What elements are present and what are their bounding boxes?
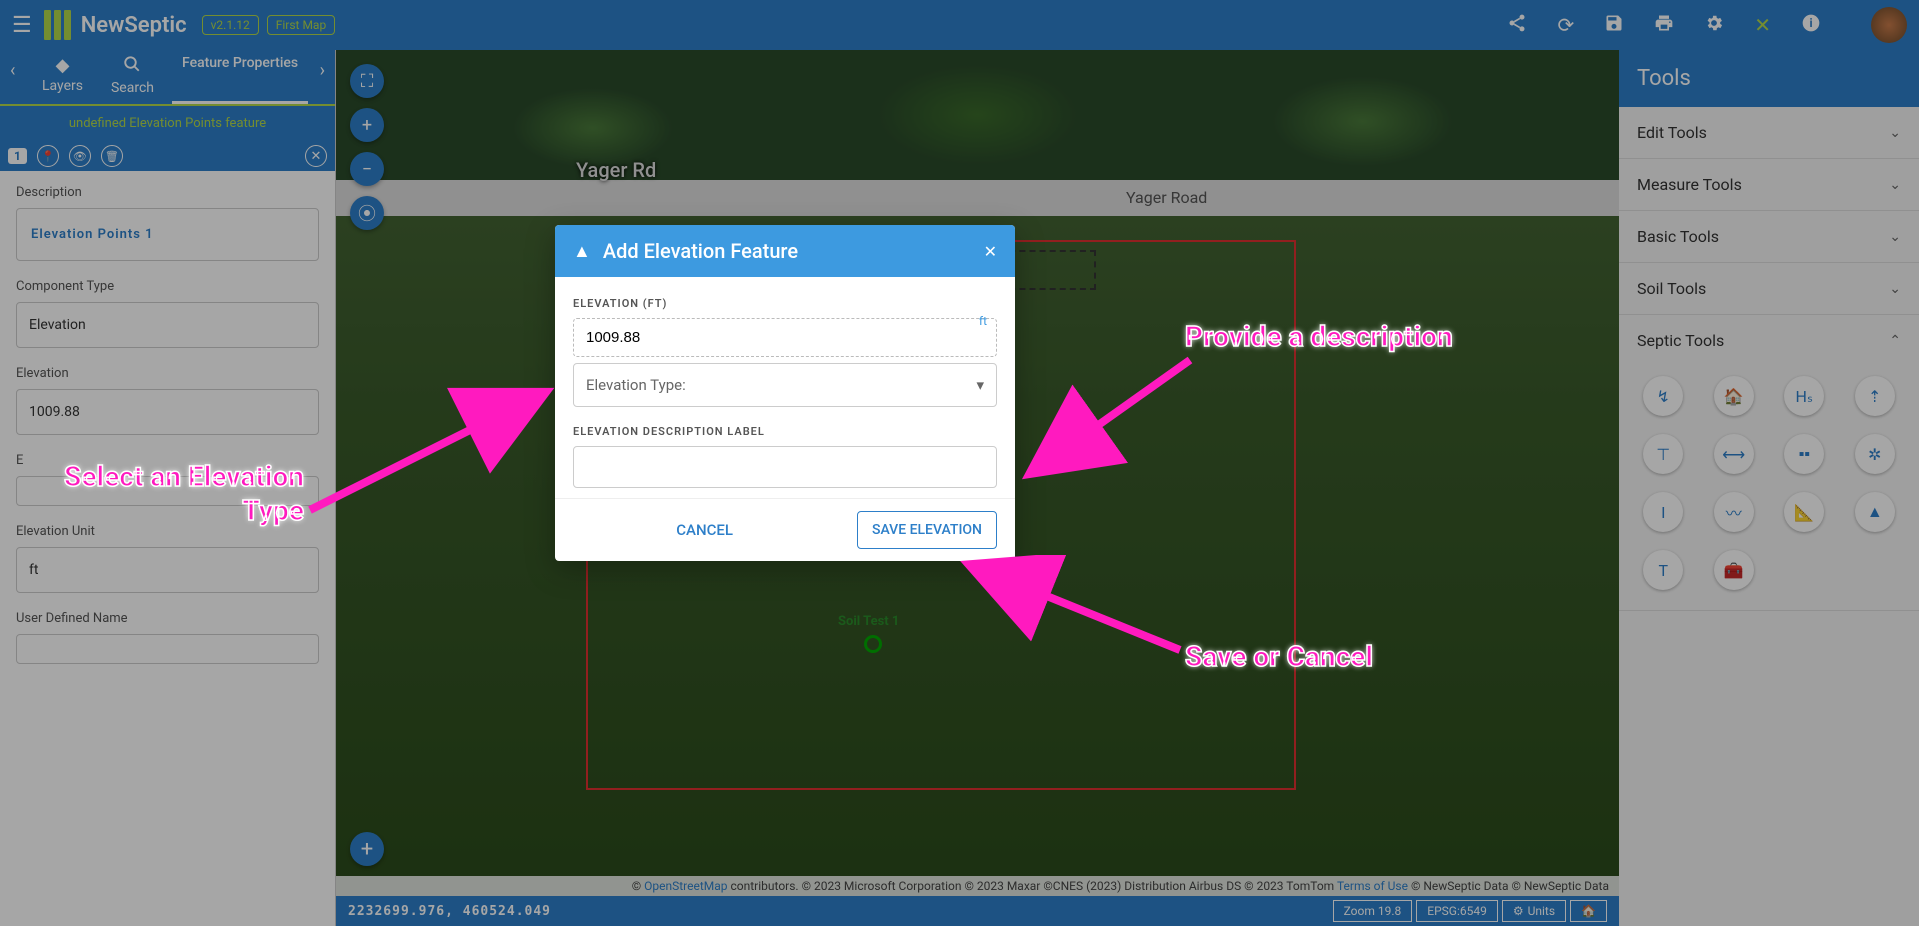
elevation-desc-label: Elevation Description Label [573, 425, 997, 438]
cancel-button[interactable]: CANCEL [662, 511, 747, 549]
elevation-ft-label: Elevation (ft) [573, 297, 997, 310]
chevron-down-icon: ▾ [976, 376, 984, 394]
modal-header: ▲ Add Elevation Feature ✕ [555, 225, 1015, 277]
elevation-ft-input[interactable] [573, 318, 997, 357]
save-elevation-button[interactable]: SAVE ELEVATION [857, 511, 997, 549]
elevation-desc-input[interactable] [573, 446, 997, 488]
add-elevation-modal: ▲ Add Elevation Feature ✕ Elevation (ft)… [555, 225, 1015, 561]
elevation-unit-suffix: ft [979, 314, 987, 328]
elevation-type-select[interactable]: Elevation Type: ▾ [573, 363, 997, 407]
elevation-type-placeholder: Elevation Type: [586, 376, 686, 394]
modal-close-button[interactable]: ✕ [984, 242, 997, 261]
modal-footer: CANCEL SAVE ELEVATION [555, 498, 1015, 561]
modal-body: Elevation (ft) ft Elevation Type: ▾ Elev… [555, 277, 1015, 498]
triangle-icon: ▲ [573, 241, 591, 262]
modal-title: Add Elevation Feature [603, 239, 984, 263]
